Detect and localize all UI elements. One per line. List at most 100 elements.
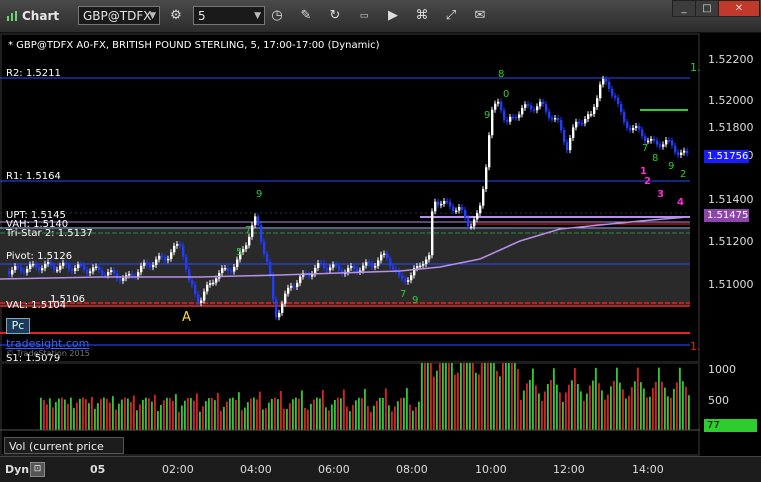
volume-bar — [304, 408, 306, 430]
volume-axis-label: 1000 — [708, 363, 736, 376]
price-bar — [170, 252, 173, 259]
count-label: 3 — [657, 189, 664, 200]
price-bar — [23, 271, 26, 273]
volume-bar — [52, 407, 54, 430]
price-bar — [476, 213, 479, 220]
volume-bar — [622, 389, 624, 430]
ticker-icon[interactable]: ▭ — [354, 6, 374, 26]
price-bar — [155, 259, 158, 266]
chat-icon[interactable]: ✉ — [470, 6, 490, 26]
volume-bar — [559, 392, 561, 430]
price-bar — [356, 268, 359, 272]
clock-icon[interactable]: ◷ — [267, 6, 287, 26]
price-bar — [662, 144, 665, 147]
refresh-icon[interactable]: ↻ — [325, 6, 345, 26]
price-bar — [149, 264, 152, 268]
price-bar — [11, 269, 14, 275]
symbol-value: GBP@TDFX — [83, 9, 152, 23]
volume-bar — [391, 411, 393, 430]
price-bar — [569, 137, 572, 151]
minimize-button[interactable]: _ — [672, 0, 696, 17]
price-chart[interactable]: 975798097892 — [0, 33, 700, 363]
maximize-button[interactable]: □ — [695, 0, 719, 17]
volume-bar — [670, 397, 672, 430]
volume-bar — [448, 363, 450, 430]
volume-bar — [550, 380, 552, 430]
price-bar — [221, 268, 224, 274]
price-bar — [188, 269, 191, 281]
price-bar — [272, 274, 275, 300]
price-bar — [404, 278, 407, 282]
price-bar — [191, 280, 194, 285]
pencil-icon[interactable]: ✎ — [296, 6, 316, 26]
price-bar — [236, 259, 239, 268]
volume-bar — [190, 397, 192, 430]
volume-bar — [427, 363, 429, 430]
gear-icon[interactable]: ⚙ — [166, 6, 186, 26]
volume-bar — [586, 393, 588, 430]
close-button[interactable]: ✕ — [718, 0, 760, 17]
price-bar — [68, 264, 71, 270]
price-bar — [71, 269, 74, 272]
price-bar — [665, 140, 668, 145]
volume-bar — [646, 397, 648, 430]
volume-bar — [196, 393, 198, 430]
price-bar — [443, 200, 446, 204]
network-icon[interactable]: ⌘ — [412, 6, 432, 26]
price-bar — [596, 98, 599, 107]
pc-button[interactable]: Pc — [6, 318, 30, 334]
volume-bar — [436, 370, 438, 430]
price-bar — [449, 201, 452, 207]
volume-bar — [328, 410, 330, 430]
interval-input[interactable]: 5 ▼ — [193, 6, 265, 25]
volume-bar — [223, 406, 225, 430]
chevron-down-icon[interactable]: ▼ — [149, 7, 156, 26]
volume-bar — [553, 368, 555, 430]
symbol-input[interactable]: GBP@TDFX ▼ — [78, 6, 160, 25]
volume-bar — [481, 363, 483, 430]
volume-bar — [490, 363, 492, 430]
price-bar — [491, 109, 494, 136]
volume-value-tag: 77 — [704, 419, 757, 432]
volume-bar — [511, 363, 513, 430]
volume-bar — [424, 363, 426, 430]
volume-bar — [250, 398, 252, 430]
volume-bar — [382, 397, 384, 430]
volume-bar — [49, 398, 51, 430]
volume-bar — [268, 402, 270, 430]
price-bar — [521, 107, 524, 115]
volume-bar — [193, 400, 195, 430]
volume-bar — [127, 398, 129, 430]
chevron-down-icon[interactable]: ▼ — [254, 7, 261, 26]
price-bar — [173, 245, 176, 253]
price-bar — [377, 260, 380, 267]
price-bar — [35, 263, 38, 268]
dynamic-mode-label[interactable]: Dyn — [5, 463, 29, 476]
share-icon[interactable]: ⤢ — [441, 6, 461, 26]
volume-bar — [280, 391, 282, 430]
price-bar — [497, 101, 500, 104]
sequence-count-label: 7 — [642, 143, 648, 154]
volume-bar — [208, 398, 210, 430]
price-bar — [503, 110, 506, 120]
level-label: R1: 1.5164 — [6, 171, 61, 182]
volume-bar — [256, 399, 258, 430]
volume-bar — [154, 394, 156, 430]
volume-bar — [499, 376, 501, 430]
r2-edge-marker: 1. — [690, 61, 701, 74]
play-icon[interactable]: ▶ — [383, 6, 403, 26]
volume-bar — [403, 397, 405, 430]
volume-bar — [385, 388, 387, 430]
price-bar — [281, 303, 284, 313]
price-bar — [656, 140, 659, 145]
price-bar — [485, 167, 488, 190]
price-bar — [128, 273, 131, 276]
sequence-count-label: 7 — [400, 289, 406, 300]
price-bar — [77, 264, 80, 269]
volume-indicator-label[interactable]: Vol (current price bar) — [4, 437, 124, 470]
lock-icon[interactable]: ⊡ — [30, 462, 45, 477]
volume-bar — [247, 402, 249, 430]
volume-bar — [460, 363, 462, 430]
price-bar — [131, 273, 134, 277]
volume-bar — [616, 367, 618, 430]
